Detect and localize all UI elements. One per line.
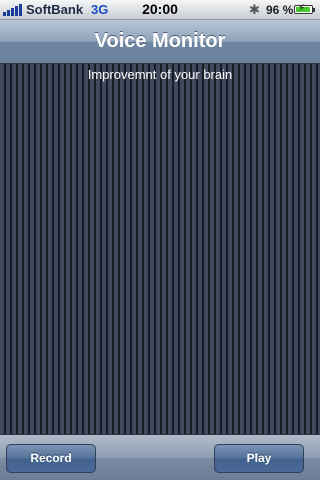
striped-content-area: Improvemnt of your brain [0, 64, 320, 434]
record-button[interactable]: Record [6, 444, 96, 473]
app-screen: SoftBank 3G 20:00 ✱ 96 % ⚡ Voice Monitor… [0, 0, 320, 480]
play-button[interactable]: Play [214, 444, 304, 473]
bottom-toolbar: Record Play [0, 434, 320, 480]
lightning-bolt-icon: ⚡ [298, 3, 306, 14]
battery-icon: ⚡ [294, 3, 315, 14]
subtitle-text: Improvemnt of your brain [87, 67, 233, 82]
status-bar: SoftBank 3G 20:00 ✱ 96 % ⚡ [0, 0, 320, 20]
battery-percent: 96 % [266, 3, 294, 17]
page-title: Voice Monitor [94, 30, 226, 52]
navigation-bar: Voice Monitor [0, 20, 320, 64]
bluetooth-icon: ✱ [249, 2, 260, 17]
